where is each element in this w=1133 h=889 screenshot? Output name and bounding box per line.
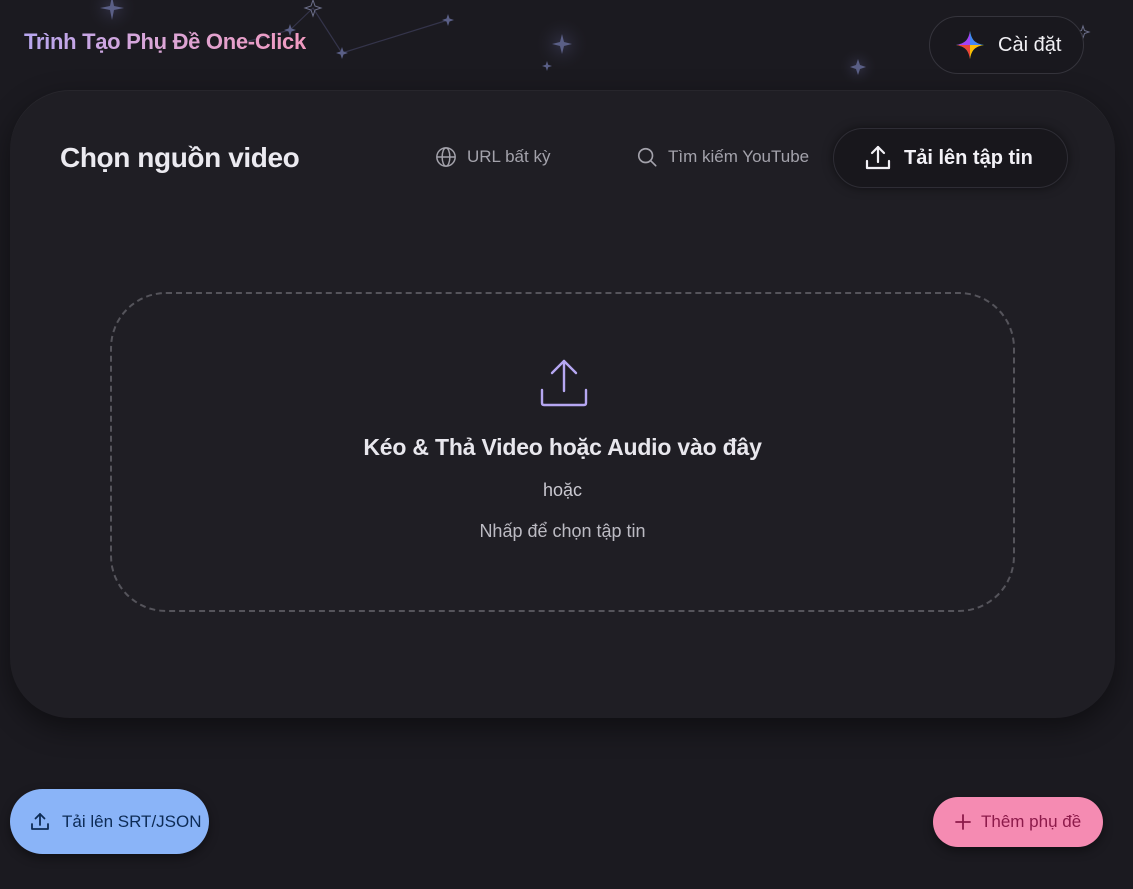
add-subtitle-label: Thêm phụ đề [981, 812, 1082, 831]
sparkle-icon [955, 30, 985, 60]
card-title: Chọn nguồn video [60, 142, 300, 173]
upload-srt-json-button[interactable]: Tải lên SRT/JSON [10, 789, 209, 854]
add-subtitle-button[interactable]: Thêm phụ đề [933, 797, 1103, 847]
app-page: Trình Tạo Phụ Đề One-Click Cài đặt Chọn … [0, 0, 1133, 889]
tab-upload-file[interactable]: Tải lên tập tin [833, 128, 1068, 188]
file-dropzone[interactable]: Kéo & Thả Video hoặc Audio vào đây hoặc … [110, 292, 1015, 612]
upload-icon [864, 144, 892, 172]
dropzone-or-text: hoặc [542, 480, 583, 500]
settings-label: Cài đặt [998, 33, 1062, 56]
upload-icon [30, 812, 50, 832]
settings-button[interactable]: Cài đặt [929, 16, 1084, 74]
dropzone-title: Kéo & Thả Video hoặc Audio vào đây [363, 434, 762, 460]
app-title: Trình Tạo Phụ Đề One-Click [24, 29, 306, 54]
video-source-card: Chọn nguồn video URL bất kỳ Tìm kiếm You… [10, 90, 1115, 718]
tab-any-url[interactable]: URL bất kỳ [435, 146, 550, 168]
tab-youtube-search[interactable]: Tìm kiếm YouTube [636, 146, 809, 168]
upload-icon [539, 358, 589, 408]
upload-srt-json-label: Tải lên SRT/JSON [62, 811, 202, 831]
dropzone-click-text: Nhấp để chọn tập tin [479, 521, 646, 541]
globe-icon [435, 146, 457, 168]
tab-any-url-label: URL bất kỳ [467, 147, 551, 166]
tab-youtube-search-label: Tìm kiếm YouTube [668, 147, 810, 166]
tab-upload-file-label: Tải lên tập tin [904, 146, 1033, 169]
plus-icon [955, 814, 971, 830]
search-icon [636, 146, 658, 168]
